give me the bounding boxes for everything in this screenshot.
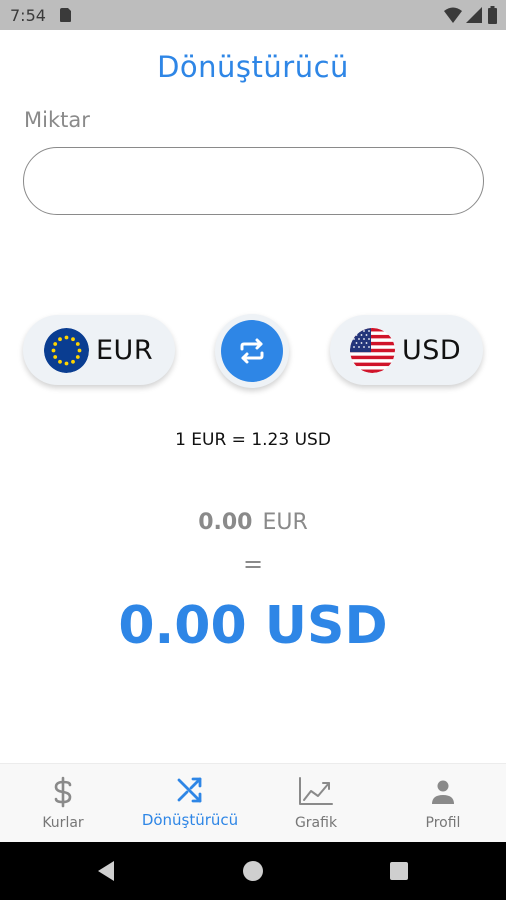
swap-button-circle (221, 320, 283, 382)
status-time: 7:54 (10, 6, 46, 25)
amount-label: Miktar (24, 108, 90, 132)
sim-card-icon (60, 8, 71, 22)
nav-item-grafik[interactable]: Grafik (253, 764, 379, 843)
status-bar: 7:54 (0, 0, 506, 30)
chart-icon (299, 777, 333, 805)
back-icon[interactable] (96, 860, 116, 882)
us-flag-icon (350, 327, 395, 373)
to-currency-selector[interactable]: USD (330, 315, 483, 385)
person-icon (432, 780, 454, 804)
source-currency: EUR (262, 510, 308, 535)
dollar-icon (54, 776, 72, 808)
nav-label-profil: Profil (425, 815, 461, 831)
battery-icon (488, 6, 497, 24)
home-icon[interactable] (243, 861, 263, 881)
system-navigation-bar (0, 842, 506, 900)
equals-sign: = (242, 550, 264, 578)
swap-arrows-icon (240, 338, 264, 364)
from-currency-selector[interactable]: EUR (23, 315, 175, 385)
source-amount: 0.00 (198, 510, 253, 535)
eu-flag-icon (44, 327, 89, 373)
page-title: Dönüştürücü (157, 50, 349, 84)
shuffle-icon (177, 777, 202, 803)
nav-item-donusturucu[interactable]: Dönüştürücü (127, 764, 253, 843)
nav-label-donusturucu: Dönüştürücü (141, 811, 239, 829)
nav-label-grafik: Grafik (294, 815, 338, 831)
bottom-navigation: Kurlar Dönüştürücü Grafik Profil (0, 763, 506, 842)
exchange-rate: 1 EUR = 1.23 USD (175, 430, 331, 450)
to-currency-code: USD (402, 334, 462, 366)
source-amount-line: 0.00 EUR (0, 510, 506, 535)
nav-item-profil[interactable]: Profil (380, 764, 506, 843)
nav-item-kurlar[interactable]: Kurlar (0, 764, 126, 843)
recents-icon[interactable] (390, 862, 408, 880)
nav-label-kurlar: Kurlar (42, 815, 84, 831)
from-currency-code: EUR (96, 334, 154, 366)
wifi-icon (444, 7, 462, 23)
signal-icon (466, 7, 482, 23)
converted-result: 0.00 USD (118, 596, 388, 656)
amount-input[interactable] (23, 147, 484, 215)
swap-button[interactable] (215, 314, 289, 388)
